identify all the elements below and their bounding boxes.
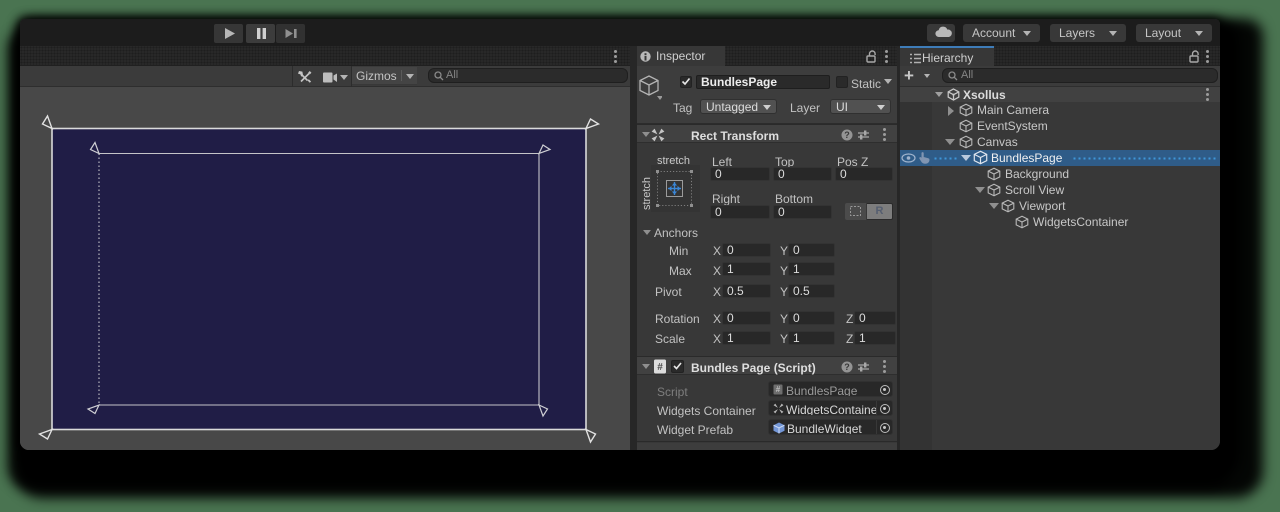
svg-text:#: # (657, 362, 663, 373)
svg-text:#: # (776, 385, 781, 394)
svg-text:?: ? (844, 362, 850, 372)
svg-text:?: ? (844, 130, 850, 140)
